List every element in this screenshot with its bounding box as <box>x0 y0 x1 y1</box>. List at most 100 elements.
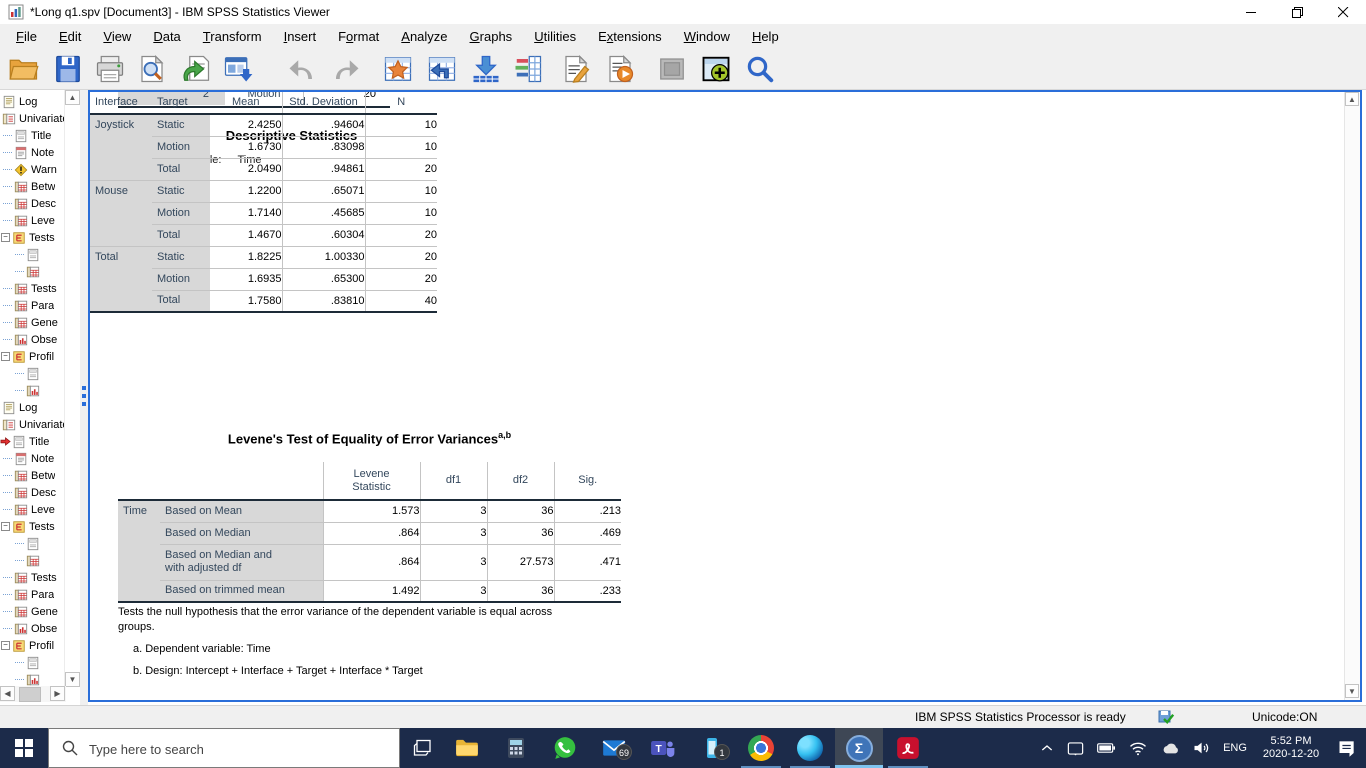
outline-item-note[interactable]: Note <box>0 450 64 467</box>
tree-expander-icon[interactable]: − <box>1 233 10 242</box>
open-button[interactable] <box>8 53 40 85</box>
goto-case-button[interactable] <box>426 53 458 85</box>
onedrive-cloud-icon[interactable] <box>1154 728 1186 768</box>
menu-graphs[interactable]: Graphs <box>459 26 524 47</box>
outline-item-gene[interactable]: Gene <box>0 603 64 620</box>
descriptives-table[interactable]: Interface Target Mean Std. Deviation N Joysti… <box>90 92 437 313</box>
tree-expander-icon[interactable]: − <box>1 352 10 361</box>
undo-button[interactable] <box>286 53 318 85</box>
outline-item-desc[interactable]: Desc <box>0 484 64 501</box>
outline-scroll-up-button[interactable]: ▲ <box>65 90 80 105</box>
outline-item-univariate[interactable]: Univariate <box>0 416 64 433</box>
tray-chevron-up-icon[interactable] <box>1034 728 1060 768</box>
minimize-button[interactable] <box>1228 0 1274 24</box>
redo-button[interactable] <box>330 53 362 85</box>
menu-view[interactable]: View <box>92 26 142 47</box>
wifi-icon[interactable] <box>1122 728 1154 768</box>
menu-transform[interactable]: Transform <box>192 26 273 47</box>
print-button[interactable] <box>94 53 126 85</box>
outline-item-profil[interactable]: − Profil <box>0 348 64 365</box>
menu-analyze[interactable]: Analyze <box>390 26 458 47</box>
export-button[interactable] <box>222 53 254 85</box>
outline-item-tests[interactable]: − Tests <box>0 229 64 246</box>
outline-item-sub[interactable] <box>0 535 64 552</box>
taskbar-app-whatsapp[interactable] <box>541 728 589 768</box>
volume-icon[interactable] <box>1186 728 1218 768</box>
taskbar-app-spss[interactable]: Σ <box>835 728 883 768</box>
tree-expander-icon[interactable]: − <box>1 641 10 650</box>
menu-utilities[interactable]: Utilities <box>523 26 587 47</box>
find-button[interactable] <box>744 53 776 85</box>
taskbar-app-file-explorer[interactable] <box>443 728 491 768</box>
tree-expander-icon[interactable]: − <box>1 522 10 531</box>
goto-data-button[interactable] <box>382 53 414 85</box>
outline-item-betw[interactable]: Betw <box>0 178 64 195</box>
content-scroll-up-button[interactable]: ▲ <box>1345 92 1359 106</box>
edit-output-button[interactable] <box>560 53 592 85</box>
outline-item-desc[interactable]: Desc <box>0 195 64 212</box>
battery-icon[interactable] <box>1090 728 1122 768</box>
outline-scroll-left-button[interactable]: ◀ <box>0 686 15 701</box>
taskbar-app-calculator[interactable] <box>492 728 540 768</box>
taskbar-app-mail[interactable]: 69 <box>590 728 638 768</box>
outline-item-title[interactable]: Title <box>0 433 64 450</box>
pane-divider[interactable] <box>80 90 88 705</box>
taskbar-search[interactable] <box>48 728 400 768</box>
outline-scroll-right-button[interactable]: ▶ <box>50 686 65 701</box>
outline-item-tests[interactable]: − Tests <box>0 518 64 535</box>
close-button[interactable] <box>1320 0 1366 24</box>
content-scroll-down-button[interactable]: ▼ <box>1345 684 1359 698</box>
outline-item-warn[interactable]: Warn <box>0 161 64 178</box>
outline-item-sub[interactable] <box>0 382 64 399</box>
print-preview-button[interactable] <box>136 53 168 85</box>
menu-edit[interactable]: Edit <box>48 26 92 47</box>
taskbar-app-chrome[interactable] <box>737 728 785 768</box>
start-button[interactable] <box>0 728 48 768</box>
outline-scroll-down-button[interactable]: ▼ <box>65 672 80 687</box>
outline-item-tests[interactable]: Tests <box>0 569 64 586</box>
outline-item-sub[interactable] <box>0 654 64 671</box>
outline-horizontal-scrollbar[interactable]: ◀ ▶ <box>0 686 66 702</box>
taskbar-app-your-phone[interactable]: 1 <box>688 728 736 768</box>
outline-scrollbar-thumb[interactable] <box>19 687 41 702</box>
tablet-device-icon[interactable] <box>1060 728 1090 768</box>
menu-help[interactable]: Help <box>741 26 790 47</box>
restore-button[interactable] <box>1274 0 1320 24</box>
outline-vertical-scrollbar[interactable]: ▲ ▼ <box>64 90 81 688</box>
output-pane[interactable]: 2 Motion 20 Descriptive Statistics Depen… <box>88 90 1362 702</box>
outline-item-profil[interactable]: − Profil <box>0 637 64 654</box>
menu-insert[interactable]: Insert <box>273 26 328 47</box>
menu-format[interactable]: Format <box>327 26 390 47</box>
outline-item-title[interactable]: Title <box>0 127 64 144</box>
outline-item-sub[interactable] <box>0 263 64 280</box>
taskbar-app-acrobat[interactable] <box>884 728 932 768</box>
outline-item-univariate[interactable]: Univariate <box>0 110 64 127</box>
outline-item-note[interactable]: Note <box>0 144 64 161</box>
action-center-icon[interactable] <box>1330 728 1364 768</box>
outline-item-para[interactable]: Para <box>0 586 64 603</box>
outline-item-log[interactable]: Log <box>0 93 64 110</box>
menu-window[interactable]: Window <box>673 26 741 47</box>
outline-item-leve[interactable]: Leve <box>0 212 64 229</box>
task-view-button[interactable] <box>400 728 446 768</box>
use-variable-sets-button[interactable] <box>512 53 544 85</box>
activate-window-button[interactable] <box>700 53 732 85</box>
recall-dialogs-button[interactable] <box>180 53 212 85</box>
outline-item-obse[interactable]: Obse <box>0 620 64 637</box>
outline-item-log[interactable]: Log <box>0 399 64 416</box>
outline-item-para[interactable]: Para <box>0 297 64 314</box>
content-vertical-scrollbar[interactable]: ▲ ▼ <box>1344 92 1360 700</box>
levene-table[interactable]: Levene Statistic df1 df2 Sig. Time Based on M… <box>118 462 621 603</box>
menu-data[interactable]: Data <box>142 26 191 47</box>
outline-item-sub[interactable] <box>0 365 64 382</box>
taskbar-clock[interactable]: 5:52 PM 2020-12-20 <box>1252 728 1330 768</box>
save-button[interactable] <box>52 53 84 85</box>
menu-file[interactable]: File <box>5 26 48 47</box>
run-script-button[interactable] <box>604 53 636 85</box>
outline-item-obse[interactable]: Obse <box>0 331 64 348</box>
outline-item-sub[interactable] <box>0 552 64 569</box>
taskbar-app-edge[interactable] <box>786 728 834 768</box>
outline-item-sub[interactable] <box>0 246 64 263</box>
outline-item-betw[interactable]: Betw <box>0 467 64 484</box>
outline-item-leve[interactable]: Leve <box>0 501 64 518</box>
